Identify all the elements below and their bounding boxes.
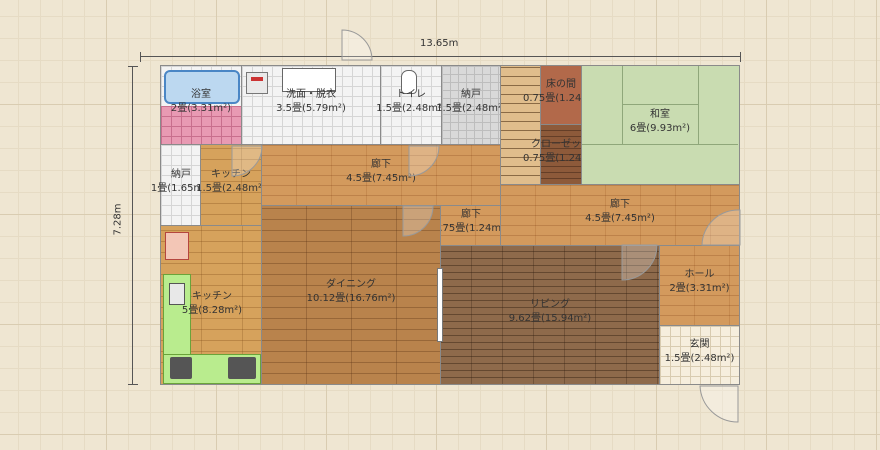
hallway-main-label: 廊下 4.5畳(7.45m²) — [346, 159, 416, 184]
hall-label: ホール 2畳(3.31m²) — [669, 269, 730, 294]
sliding-door[interactable] — [437, 268, 443, 342]
fridge-icon — [165, 232, 189, 260]
counter-bottom — [163, 354, 261, 384]
door-entrance — [699, 385, 739, 423]
living-label: リビング 9.62畳(15.94m²) — [508, 299, 592, 324]
height-label: 7.28m — [112, 203, 124, 236]
width-label: 13.65m — [420, 38, 459, 49]
entrance-label: 玄関 1.5畳(2.48m²) — [664, 339, 735, 364]
kitchen-label: キッチン 5畳(8.28m²) — [181, 291, 243, 316]
dining-label: ダイニング 10.12畳(16.76m²) — [306, 279, 396, 304]
washroom-label: 洗面・脱衣 3.5畳(5.79m²) — [276, 89, 346, 114]
kitchen-small-label: キッチン 1.5畳(2.48m²) — [196, 169, 266, 194]
stove-icon — [170, 357, 192, 379]
storage-top-label: 納戸 1.5畳(2.48m²) — [436, 89, 506, 114]
hallway-right-label: 廊下 4.5畳(7.45m²) — [585, 199, 655, 224]
stove-icon-2 — [228, 357, 256, 379]
tatami-mat-2 — [622, 66, 699, 105]
washitsu-label: 和室 6畳(9.93m²) — [629, 109, 691, 134]
bath-label: 浴室 2畳(3.31m²) — [170, 89, 232, 114]
